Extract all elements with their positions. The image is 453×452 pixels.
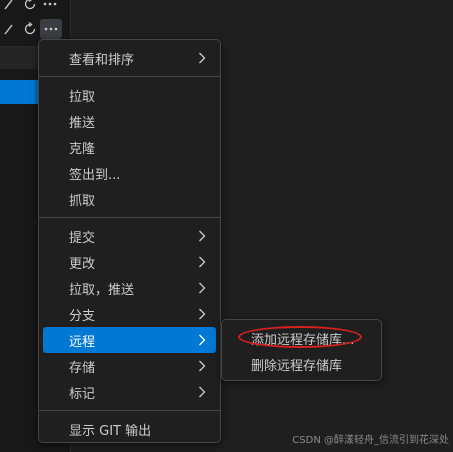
- menu-item[interactable]: 远程: [43, 327, 216, 353]
- menu-item[interactable]: 签出到...: [43, 160, 216, 186]
- menu-item-label: 标记: [69, 386, 96, 402]
- refresh-icon[interactable]: [20, 19, 40, 39]
- scm-toolbar-top: [0, 0, 70, 14]
- menu-item[interactable]: 查看和排序: [43, 45, 216, 71]
- chevron-right-icon: [198, 249, 206, 275]
- chevron-right-icon: [198, 45, 206, 71]
- menu-item[interactable]: 分支: [43, 301, 216, 327]
- menu-item[interactable]: 抓取: [43, 186, 216, 212]
- menu-item-label: 克隆: [69, 141, 96, 157]
- menu-item-label: 推送: [69, 115, 96, 131]
- check-icon[interactable]: [0, 0, 20, 14]
- watermark: CSDN @醉漾轻舟_信流引到花深处: [292, 435, 449, 446]
- menu-item-label: 远程: [69, 334, 96, 350]
- menu-item[interactable]: 推送: [43, 108, 216, 134]
- more-actions-button[interactable]: [40, 19, 62, 39]
- chevron-right-icon: [198, 223, 206, 249]
- menu-item-label: 分支: [69, 308, 96, 324]
- menu-item-label: 显示 GIT 输出: [69, 423, 152, 439]
- menu-item[interactable]: 显示 GIT 输出: [43, 416, 216, 442]
- chevron-right-icon: [198, 327, 206, 353]
- chevron-right-icon: [198, 353, 206, 379]
- menu-item[interactable]: 拉取，推送: [43, 275, 216, 301]
- menu-item-label: 查看和排序: [69, 52, 135, 68]
- menu-item-label: 拉取，推送: [69, 282, 135, 298]
- menu-separator: [39, 410, 220, 411]
- menu-item-label: 签出到...: [69, 167, 121, 183]
- menu-item[interactable]: 拉取: [43, 82, 216, 108]
- menu-item[interactable]: 克隆: [43, 134, 216, 160]
- menu-item-label: 添加远程存储库...: [251, 332, 355, 348]
- refresh-icon[interactable]: [20, 0, 40, 14]
- menu-item[interactable]: 提交: [43, 223, 216, 249]
- menu-item-label: 拉取: [69, 89, 96, 105]
- menu-item-label: 更改: [69, 256, 96, 272]
- menu-item-label: 提交: [69, 230, 96, 246]
- check-icon[interactable]: [0, 19, 20, 39]
- ellipsis-icon[interactable]: [40, 0, 60, 14]
- remote-submenu: 添加远程存储库... 删除远程存储库: [221, 319, 382, 381]
- scm-toolbar: [0, 19, 70, 39]
- menu-item-label: 存储: [69, 360, 96, 376]
- menu-item[interactable]: 添加远程存储库...: [226, 325, 377, 351]
- menu-item-label: 抓取: [69, 193, 96, 209]
- chevron-right-icon: [198, 379, 206, 405]
- menu-item[interactable]: 标记: [43, 379, 216, 405]
- menu-item[interactable]: 存储: [43, 353, 216, 379]
- chevron-right-icon: [198, 301, 206, 327]
- menu-separator: [39, 76, 220, 77]
- menu-item[interactable]: 更改: [43, 249, 216, 275]
- chevron-right-icon: [198, 275, 206, 301]
- menu-separator: [39, 217, 220, 218]
- menu-item-label: 删除远程存储库: [251, 358, 343, 374]
- context-menu: 查看和排序拉取推送克隆签出到... 抓取提交更改拉取，推送分支远程存储标记显示 G…: [38, 39, 221, 443]
- menu-item[interactable]: 删除远程存储库: [226, 351, 377, 377]
